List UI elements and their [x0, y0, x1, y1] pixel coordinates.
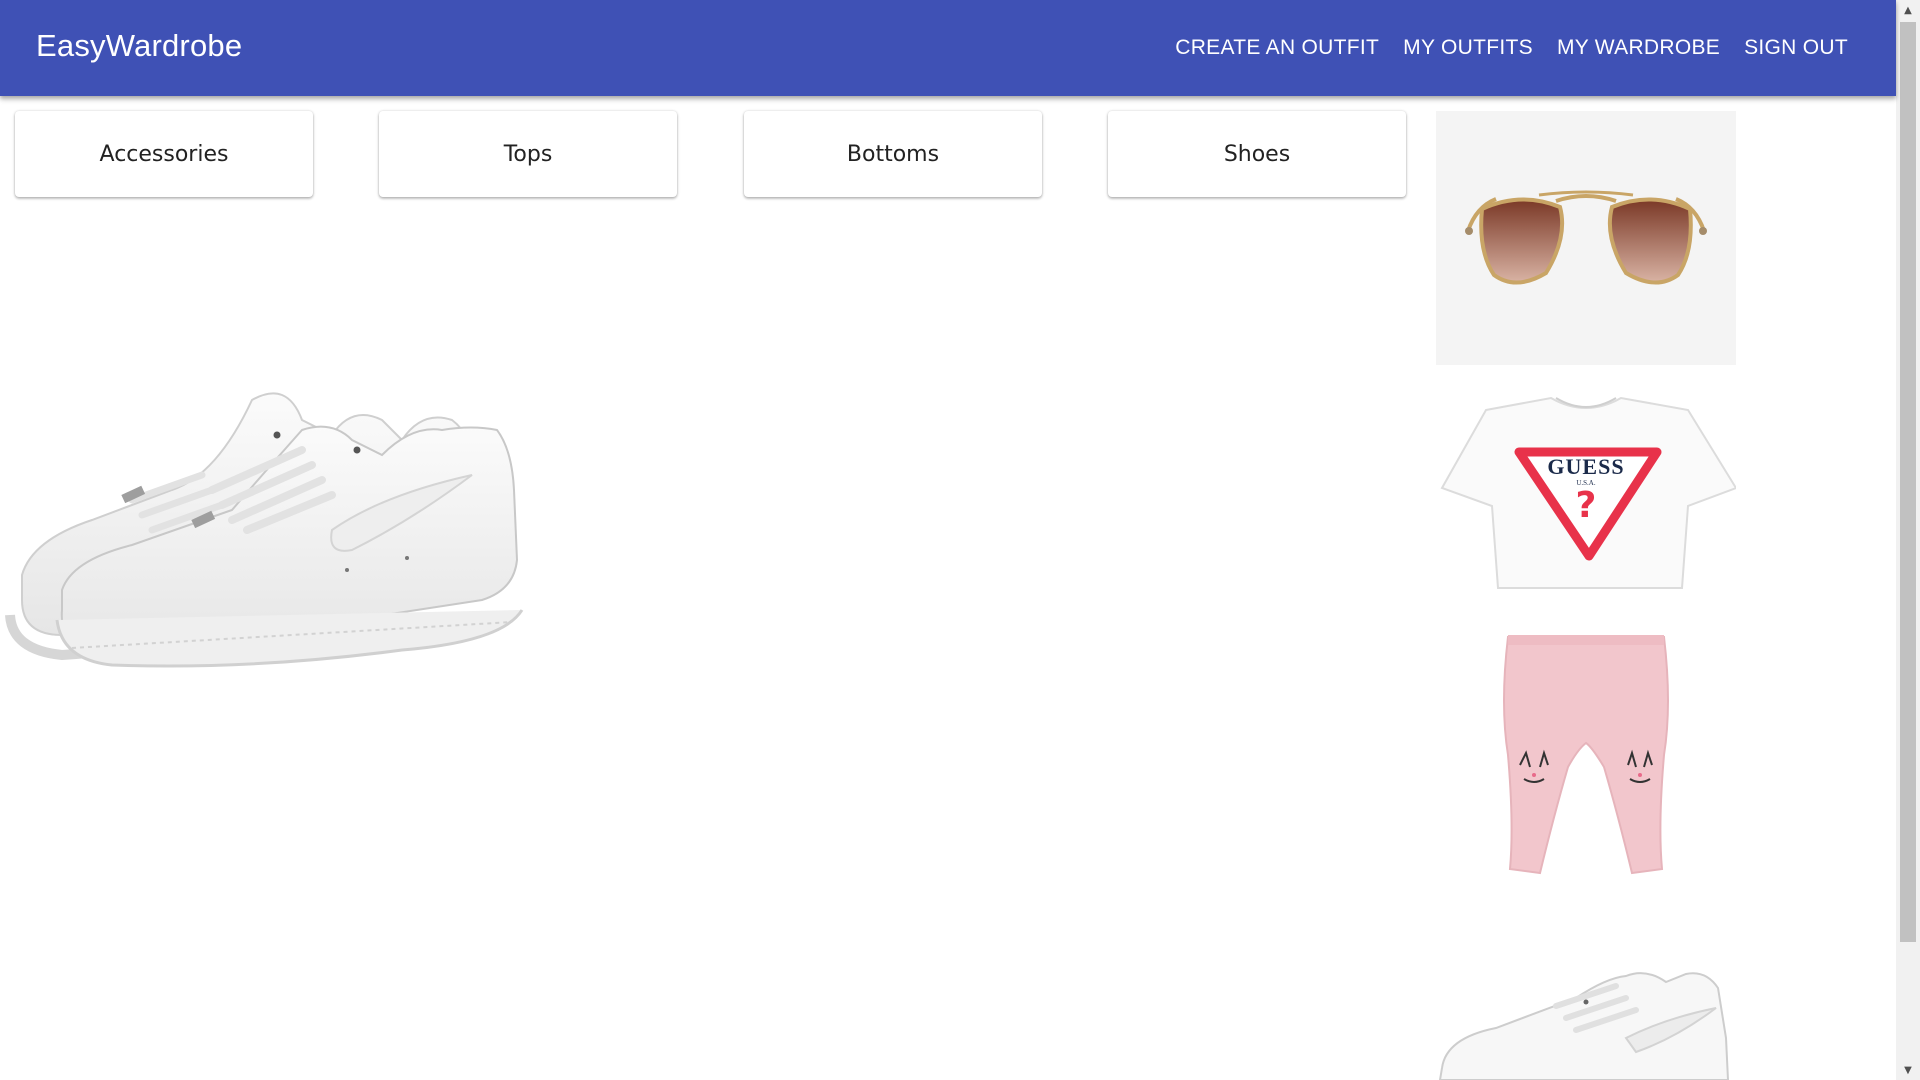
- white-sneaker-image: [5, 392, 524, 668]
- wardrobe-item-tshirt[interactable]: GUESS U.S.A. ?: [1436, 388, 1736, 598]
- main-nav: CREATE AN OUTFIT MY OUTFITS MY WARDROBE …: [1163, 0, 1860, 96]
- wardrobe-item-sneaker[interactable]: [1436, 958, 1736, 1080]
- nav-my-wardrobe[interactable]: MY WARDROBE: [1545, 28, 1732, 68]
- category-accessories-button[interactable]: Accessories: [15, 111, 313, 197]
- wardrobe-item-leggings[interactable]: [1436, 625, 1736, 883]
- category-tops-button[interactable]: Tops: [379, 111, 677, 197]
- category-shoes-button[interactable]: Shoes: [1108, 111, 1406, 197]
- sneaker-image: [1438, 972, 1730, 1080]
- wardrobe-item-sunglasses[interactable]: [1436, 111, 1736, 365]
- scroll-thumb[interactable]: [1900, 22, 1916, 942]
- scroll-up-icon[interactable]: ▲: [1896, 0, 1920, 20]
- scroll-down-icon[interactable]: ▼: [1896, 1060, 1920, 1080]
- page-scrollbar[interactable]: ▲ ▼: [1896, 0, 1920, 1080]
- category-bottoms-button[interactable]: Bottoms: [744, 111, 1042, 197]
- guess-mark-text: ?: [1575, 485, 1597, 526]
- sunglasses-image: [1465, 190, 1707, 285]
- app-bar: EasyWardrobe CREATE AN OUTFIT MY OUTFITS…: [0, 0, 1896, 96]
- nav-create-outfit[interactable]: CREATE AN OUTFIT: [1163, 28, 1391, 68]
- guess-brand-text: GUESS: [1547, 454, 1625, 479]
- nav-my-outfits[interactable]: MY OUTFITS: [1391, 28, 1545, 68]
- nav-sign-out[interactable]: SIGN OUT: [1732, 28, 1860, 68]
- canvas-sneaker-item[interactable]: [2, 380, 528, 670]
- leggings-image: [1503, 635, 1669, 875]
- app-title[interactable]: EasyWardrobe: [36, 28, 242, 64]
